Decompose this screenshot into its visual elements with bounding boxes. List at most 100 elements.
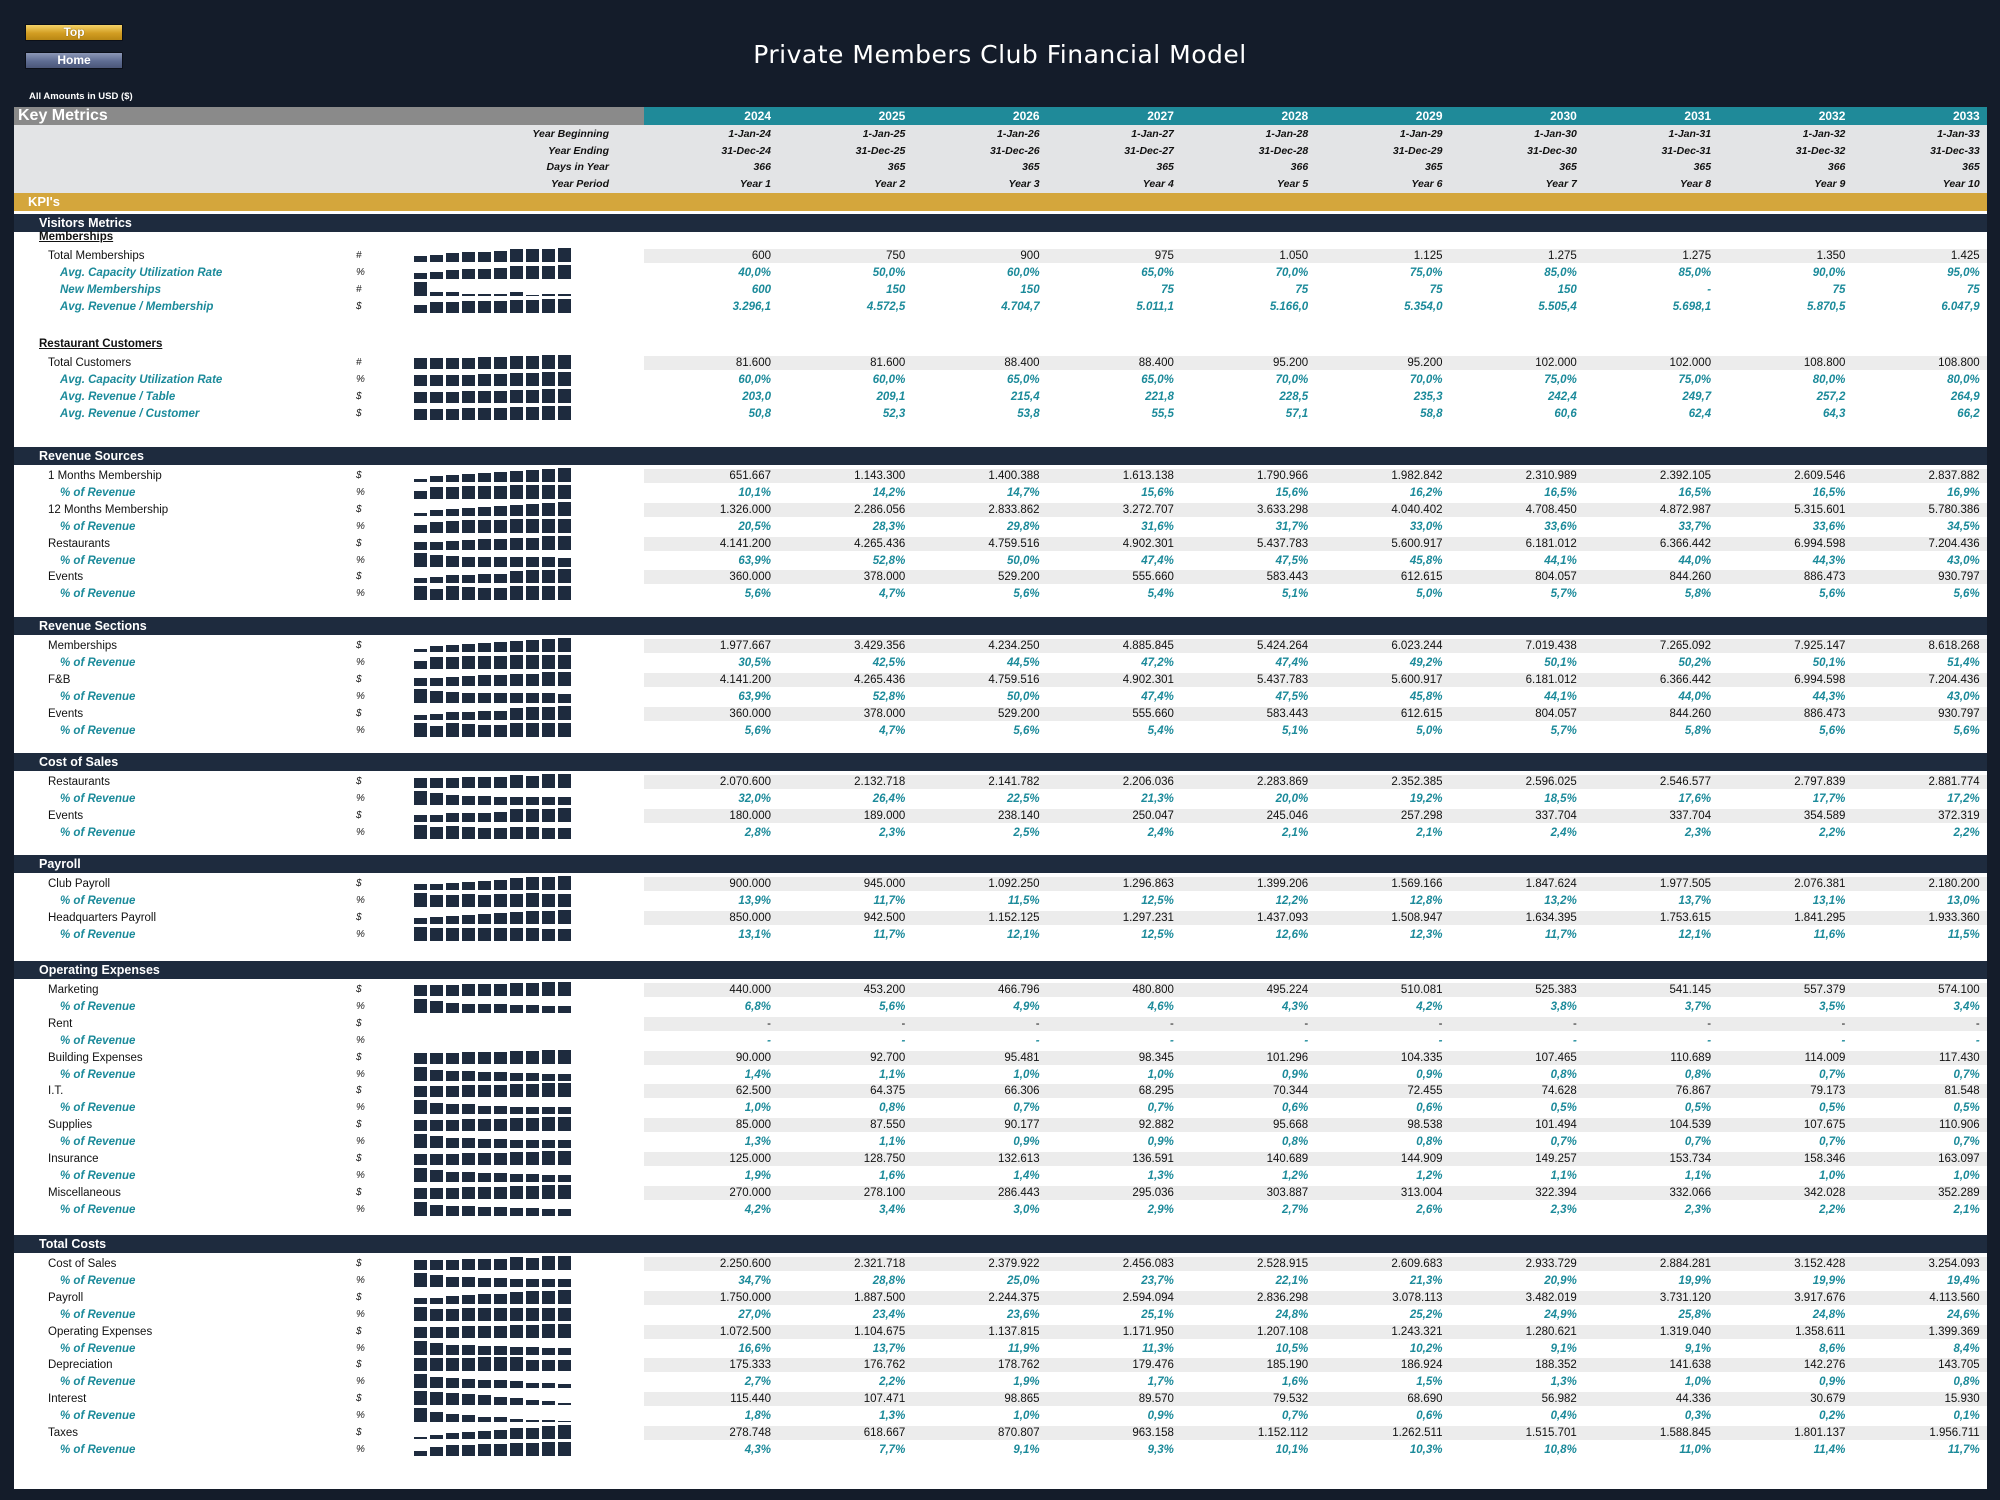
sparkline-bar — [478, 1106, 491, 1115]
value-cell: 2,2% — [1819, 826, 1846, 839]
value-cell: 529.200 — [998, 571, 1040, 584]
sparkline-bar — [542, 1290, 555, 1304]
sparkline-bar — [526, 356, 539, 369]
value-cell: 1,6% — [879, 1169, 906, 1182]
value-cell: 144.909 — [1400, 1153, 1443, 1165]
value-cell: 2.528.915 — [1257, 1258, 1309, 1270]
value-cell: 0,8% — [1953, 1376, 1980, 1389]
sparkline-bar — [510, 1291, 523, 1304]
top-button[interactable]: Top — [25, 24, 123, 41]
sparkline-bar — [430, 1052, 443, 1064]
value-cell: 10,1% — [1275, 1443, 1309, 1456]
value-cell: 101.296 — [1266, 1051, 1309, 1064]
value-cell: - — [1572, 1034, 1577, 1047]
sparkline-bar — [462, 1344, 475, 1355]
value-cell: 2.076.381 — [1794, 878, 1846, 890]
value-cell: 9,3% — [1147, 1443, 1174, 1456]
sparkline-bar — [446, 1444, 459, 1456]
value-cell: 0,6% — [1281, 1102, 1309, 1115]
unit-label: $ — [356, 1325, 362, 1337]
value-cell: 5,6% — [744, 724, 771, 737]
sparkline-bar — [478, 1172, 491, 1182]
value-cell: 1.801.137 — [1794, 1427, 1846, 1439]
value-cell: 22,1% — [1275, 1274, 1309, 1287]
sparkline-bar — [462, 1379, 475, 1389]
value-cell: 440.000 — [729, 984, 771, 996]
value-cell: 963.158 — [1132, 1427, 1174, 1439]
value-cell: 2.244.375 — [988, 1291, 1040, 1304]
sparkline-bar — [526, 1004, 539, 1013]
value-cell: 5,7% — [1550, 588, 1577, 601]
sparkline-bar — [542, 518, 555, 533]
sparkline-bar — [430, 358, 443, 369]
row-label: Cost of Sales — [48, 1258, 117, 1270]
value-cell: 92.700 — [870, 1051, 906, 1064]
unit-label: $ — [356, 1119, 362, 1131]
value-cell: 107.465 — [1535, 1051, 1577, 1064]
unit-label: % — [356, 792, 365, 804]
sparkline-bar — [462, 777, 475, 788]
value-cell: 354.589 — [1803, 809, 1846, 822]
sparkline-bar — [510, 796, 523, 805]
sparkline-bar — [430, 1000, 443, 1013]
sparkline — [414, 1033, 614, 1047]
value-cell: 4.113.560 — [1929, 1291, 1980, 1304]
sparkline-bar — [510, 1398, 523, 1406]
sparkline-bar — [446, 825, 459, 839]
value-cell: 332.066 — [1669, 1186, 1712, 1199]
sparkline-bar — [510, 654, 523, 669]
sparkline-bar — [542, 1208, 555, 1216]
value-cell: 12,8% — [1409, 894, 1443, 907]
value-cell: 1.933.360 — [1928, 911, 1980, 924]
sparkline-bar — [414, 814, 427, 822]
value-cell: 117.430 — [1938, 1051, 1980, 1064]
sparkline-bar — [510, 641, 523, 652]
year-info-value: 31-Dec-33 — [1930, 144, 1980, 157]
sparkline-bar — [526, 892, 539, 907]
value-cell: 30.679 — [1810, 1393, 1846, 1406]
sparkline-bar — [414, 490, 427, 499]
sparkline-bar — [558, 518, 571, 533]
sparkline-bar — [430, 476, 443, 482]
year-info-value: Year 2 — [874, 177, 906, 190]
sparkline-bar — [526, 1278, 539, 1287]
value-cell: 1,5% — [1416, 1376, 1443, 1389]
value-cell: 45,8% — [1409, 554, 1443, 567]
sparkline-bar — [558, 982, 571, 996]
value-cell: 11,9% — [1007, 1342, 1040, 1355]
value-cell: 1.125 — [1413, 250, 1443, 262]
value-cell: 5.166,0 — [1269, 300, 1309, 313]
sparkline-bar — [510, 673, 523, 686]
key-metrics-label: Key Metrics — [14, 107, 644, 125]
value-cell: 1.977.667 — [719, 640, 771, 652]
sparkline-bar — [526, 1152, 539, 1165]
sparkline-bar — [414, 1120, 427, 1132]
year-info-value: 1-Jan-27 — [1131, 128, 1174, 140]
sparkline-bar — [430, 1069, 443, 1081]
sparkline-bar — [430, 884, 443, 890]
sparkline — [414, 705, 614, 720]
sparkline-bar — [430, 541, 443, 550]
unit-label: $ — [356, 503, 362, 515]
sparkline — [414, 586, 614, 601]
sparkline-bar — [446, 1276, 459, 1287]
value-cell: 1,0% — [1953, 1169, 1980, 1182]
sparkline-bar — [462, 1085, 475, 1098]
sparkline-bar — [478, 881, 491, 890]
sparkline-bar — [430, 1169, 443, 1182]
value-cell: 0,4% — [1550, 1410, 1577, 1423]
sparkline-bar — [462, 795, 475, 805]
sparkline-bar — [462, 1186, 475, 1199]
sparkline-bar — [526, 1140, 539, 1149]
value-cell: 2.321.718 — [854, 1258, 906, 1270]
sparkline-bar — [478, 588, 491, 601]
sparkline-bar — [478, 692, 491, 703]
value-cell: 28,3% — [872, 520, 906, 533]
row-label: % of Revenue — [60, 894, 136, 907]
table-row: 12 Months Membership $1.326.000 2.286.056 2… — [14, 501, 1987, 518]
table-row: Total Customers #81.600 81.600 88.400 88.400… — [14, 355, 1987, 371]
sparkline-bar — [494, 893, 507, 907]
sparkline-bar — [462, 812, 475, 822]
year-header: 2024 — [744, 109, 771, 123]
row-label: % of Revenue — [60, 1068, 136, 1081]
